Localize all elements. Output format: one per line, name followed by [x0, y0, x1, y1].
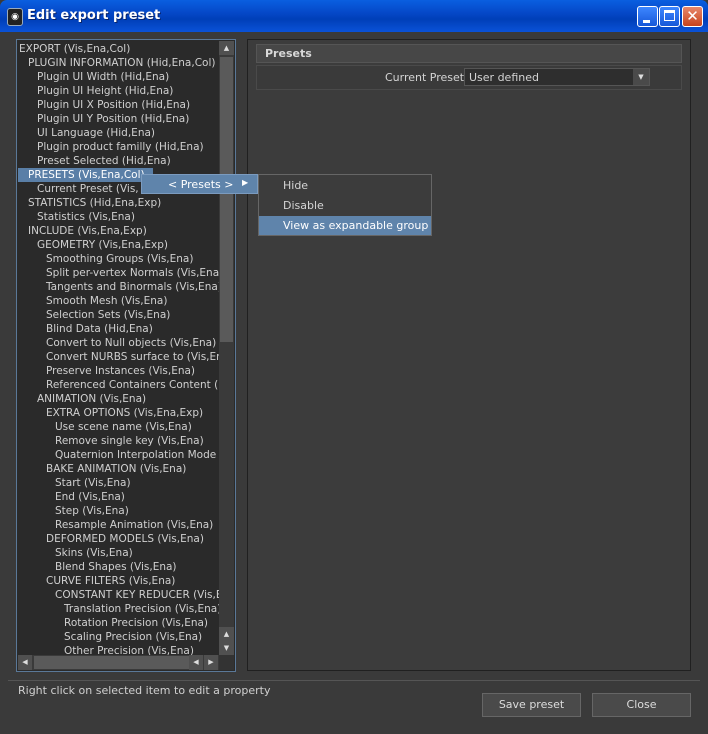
tree-item[interactable]: Plugin UI Width (Hid,Ena)	[18, 70, 169, 84]
tree-item[interactable]: Plugin UI X Position (Hid,Ena)	[18, 98, 190, 112]
tree-item[interactable]: BAKE ANIMATION (Vis,Ena)	[18, 462, 186, 476]
status-hint: Right click on selected item to edit a p…	[18, 684, 271, 697]
context-menu-presets-item[interactable]: < Presets > ▶	[141, 174, 258, 194]
current-preset-value: User defined	[469, 71, 539, 84]
scroll-left-icon[interactable]: ◀	[18, 655, 32, 670]
submenu-item-hide[interactable]: Hide	[259, 176, 431, 195]
tree-item[interactable]: ANIMATION (Vis,Ena)	[18, 392, 146, 406]
tree-item[interactable]: Plugin product familly (Hid,Ena)	[18, 140, 204, 154]
close-button[interactable]: Close	[592, 693, 691, 717]
tree-item[interactable]: PRESETS (Vis,Ena,Col)	[18, 168, 153, 182]
submenu-item-view-as-expandable-group[interactable]: View as expandable group	[259, 216, 431, 235]
tree-item[interactable]: Convert to Null objects (Vis,Ena)	[18, 336, 216, 350]
tree-item[interactable]: EXPORT (Vis,Ena,Col)	[18, 42, 130, 56]
edit-export-preset-window: ◉ Edit export preset ✕ EXPORT (Vis,Ena,C…	[0, 0, 708, 734]
tree-item[interactable]: CURVE FILTERS (Vis,Ena)	[18, 574, 175, 588]
tree-item[interactable]: STATISTICS (Hid,Ena,Exp)	[18, 196, 161, 210]
window-title: Edit export preset	[27, 8, 161, 23]
tree-item[interactable]: Step (Vis,Ena)	[18, 504, 129, 518]
vertical-scroll-thumb[interactable]	[220, 57, 233, 342]
minimize-button[interactable]	[637, 6, 658, 27]
tree-item[interactable]: Referenced Containers Content (	[18, 378, 218, 392]
minimize-icon	[643, 20, 650, 23]
tree-item[interactable]: Skins (Vis,Ena)	[18, 546, 133, 560]
maximize-icon	[664, 10, 675, 21]
tree-item[interactable]: Remove single key (Vis,Ena)	[18, 434, 204, 448]
title-bar[interactable]: ◉ Edit export preset ✕	[0, 0, 708, 32]
app-icon: ◉	[7, 8, 23, 26]
tree-item[interactable]: Scaling Precision (Vis,Ena)	[18, 630, 202, 644]
submenu-item-disable[interactable]: Disable	[259, 196, 431, 215]
tree-item[interactable]: Plugin UI Height (Hid,Ena)	[18, 84, 173, 98]
scrollbar-corner	[219, 655, 234, 670]
tree-item[interactable]: Resample Animation (Vis,Ena)	[18, 518, 213, 532]
tree-item[interactable]: End (Vis,Ena)	[18, 490, 125, 504]
tree-vertical-scrollbar[interactable]: ▲ ▲ ▼	[219, 41, 234, 655]
property-tree[interactable]: EXPORT (Vis,Ena,Col) PLUGIN INFORMATION (…	[16, 39, 236, 672]
tree-item[interactable]: INCLUDE (Vis,Ena,Exp)	[18, 224, 147, 238]
tree-horizontal-scrollbar[interactable]: ◀ ◀ ▶	[18, 655, 219, 670]
current-preset-dropdown[interactable]: User defined ▼	[464, 68, 650, 86]
tree-item[interactable]: UI Language (Hid,Ena)	[18, 126, 155, 140]
maximize-button[interactable]	[659, 6, 680, 27]
current-preset-row: Current Preset: User defined ▼	[256, 65, 682, 90]
tree-item[interactable]: Start (Vis,Ena)	[18, 476, 131, 490]
tree-item[interactable]: CONSTANT KEY REDUCER (Vis,Ena	[18, 588, 219, 602]
tree-item[interactable]: Other Precision (Vis,Ena)	[18, 644, 194, 655]
scroll-down-icon[interactable]: ▼	[219, 641, 234, 655]
tree-item[interactable]: Selection Sets (Vis,Ena)	[18, 308, 170, 322]
tree-item[interactable]: Quaternion Interpolation Mode (	[18, 448, 219, 462]
tree-item[interactable]: GEOMETRY (Vis,Ena,Exp)	[18, 238, 168, 252]
submenu-arrow-icon: ▶	[242, 178, 249, 187]
tree-item[interactable]: Rotation Precision (Vis,Ena)	[18, 616, 208, 630]
tree-item[interactable]: Smooth Mesh (Vis,Ena)	[18, 294, 167, 308]
tree-item[interactable]: Tangents and Binormals (Vis,Ena)	[18, 280, 219, 294]
presets-group-header[interactable]: Presets	[256, 44, 682, 63]
tree-item[interactable]: Translation Precision (Vis,Ena)	[18, 602, 219, 616]
tree-item[interactable]: Preset Selected (Hid,Ena)	[18, 154, 171, 168]
tree-item[interactable]: Statistics (Vis,Ena)	[18, 210, 135, 224]
tree-item[interactable]: Use scene name (Vis,Ena)	[18, 420, 192, 434]
tree-item[interactable]: Blind Data (Hid,Ena)	[18, 322, 153, 336]
close-icon: ✕	[686, 7, 699, 25]
tree-item[interactable]: Current Preset (Vis,	[18, 182, 139, 196]
presets-panel: Presets Current Preset: User defined ▼	[247, 39, 691, 671]
scroll-right-icon[interactable]: ▶	[204, 655, 218, 670]
chevron-down-icon[interactable]: ▼	[633, 69, 649, 85]
presets-group-title: Presets	[265, 47, 312, 60]
tree-item[interactable]: Smoothing Groups (Vis,Ena)	[18, 252, 193, 266]
close-window-button[interactable]: ✕	[682, 6, 703, 27]
tree-item[interactable]: Convert NURBS surface to (Vis,En	[18, 350, 219, 364]
tree-item[interactable]: Preserve Instances (Vis,Ena)	[18, 364, 195, 378]
current-preset-label: Current Preset:	[385, 71, 468, 84]
tree-item[interactable]: DEFORMED MODELS (Vis,Ena)	[18, 532, 204, 546]
tree-item[interactable]: Blend Shapes (Vis,Ena)	[18, 560, 177, 574]
presets-submenu: Hide Disable View as expandable group	[258, 174, 432, 236]
scroll-left-icon[interactable]: ◀	[189, 655, 203, 670]
footer-separator	[8, 680, 700, 681]
tree-item[interactable]: EXTRA OPTIONS (Vis,Ena,Exp)	[18, 406, 203, 420]
tree-items: EXPORT (Vis,Ena,Col) PLUGIN INFORMATION (…	[18, 41, 219, 655]
save-preset-button[interactable]: Save preset	[482, 693, 581, 717]
tree-item[interactable]: PLUGIN INFORMATION (Hid,Ena,Col)	[18, 56, 215, 70]
tree-item[interactable]: Plugin UI Y Position (Hid,Ena)	[18, 112, 189, 126]
scroll-up-icon[interactable]: ▲	[219, 627, 234, 641]
scroll-up-icon[interactable]: ▲	[219, 41, 234, 55]
horizontal-scroll-thumb[interactable]	[34, 656, 192, 669]
context-menu-presets-label: < Presets >	[168, 178, 234, 191]
tree-item[interactable]: Split per-vertex Normals (Vis,Ena)	[18, 266, 219, 280]
